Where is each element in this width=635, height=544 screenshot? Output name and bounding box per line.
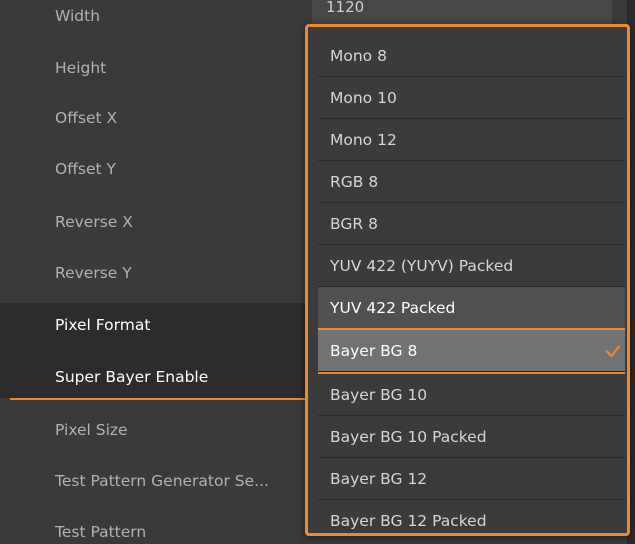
property-label-test-pattern-generator: Test Pattern Generator Se... (55, 472, 269, 490)
pixel-format-window: Width Height Offset X Offset Y Reverse X… (0, 0, 635, 544)
option-label: Bayer BG 8 (330, 341, 418, 360)
dropdown-option-yuv-422-yuyv-packed[interactable]: YUV 422 (YUYV) Packed (318, 245, 625, 287)
option-label: YUV 422 (YUYV) Packed (330, 256, 514, 275)
option-label: BGR 8 (330, 214, 378, 233)
pixel-format-dropdown[interactable]: Mono 8 Mono 10 Mono 12 RGB 8 BGR 8 YUV 4… (305, 24, 630, 536)
option-label: RGB 8 (330, 172, 379, 191)
property-row-test-pattern-generator[interactable]: Test Pattern Generator Se... (0, 455, 312, 507)
property-row-reverse-x[interactable]: Reverse X (0, 196, 312, 248)
property-label-pixel-size: Pixel Size (55, 421, 128, 439)
property-label-reverse-x: Reverse X (55, 213, 133, 231)
dropdown-option-bayer-bg-8[interactable]: Bayer BG 8 (318, 330, 625, 372)
option-label: Bayer BG 10 (330, 385, 428, 404)
property-label-offset-y: Offset Y (55, 160, 116, 178)
property-row-pixel-size[interactable]: Pixel Size (0, 404, 312, 456)
property-row-test-pattern[interactable]: Test Pattern (0, 506, 312, 544)
option-label: Bayer BG 12 (330, 469, 428, 488)
dropdown-option-bayer-bg-12-packed[interactable]: Bayer BG 12 Packed (318, 500, 625, 533)
property-row-super-bayer-enable[interactable]: Super Bayer Enable (0, 351, 312, 403)
dropdown-option-bayer-bg-12[interactable]: Bayer BG 12 (318, 458, 625, 500)
width-value: 1120 (326, 0, 365, 16)
property-row-offset-x[interactable]: Offset X (0, 92, 312, 144)
check-icon (605, 344, 621, 357)
dropdown-list: Mono 8 Mono 10 Mono 12 RGB 8 BGR 8 YUV 4… (318, 35, 625, 530)
dropdown-option-yuv-422-packed[interactable]: YUV 422 Packed (318, 287, 625, 329)
property-row-width[interactable]: Width (0, 0, 312, 42)
option-label: Mono 10 (330, 88, 397, 107)
group-divider (10, 398, 306, 400)
dropdown-option-mono-10[interactable]: Mono 10 (318, 77, 625, 119)
dropdown-option-bayer-bg-10-packed[interactable]: Bayer BG 10 Packed (318, 416, 625, 458)
property-label-reverse-y: Reverse Y (55, 264, 132, 282)
option-label: Bayer BG 12 Packed (330, 512, 487, 530)
property-row-reverse-y[interactable]: Reverse Y (0, 247, 312, 299)
dropdown-option-mono-8[interactable]: Mono 8 (318, 35, 625, 77)
property-label-height: Height (55, 59, 107, 77)
property-row-pixel-format[interactable]: Pixel Format (0, 299, 312, 351)
property-label-width: Width (55, 7, 101, 25)
dropdown-option-bgr-8[interactable]: BGR 8 (318, 203, 625, 245)
property-list: Width Height Offset X Offset Y Reverse X… (0, 0, 312, 544)
property-label-super-bayer-enable: Super Bayer Enable (55, 368, 209, 386)
dropdown-option-mono-12[interactable]: Mono 12 (318, 119, 625, 161)
property-label-offset-x: Offset X (55, 109, 118, 127)
dropdown-option-rgb-8[interactable]: RGB 8 (318, 161, 625, 203)
property-label-test-pattern: Test Pattern (55, 523, 147, 541)
property-label-pixel-format: Pixel Format (55, 316, 151, 334)
option-label: Mono 12 (330, 130, 397, 149)
property-row-offset-y[interactable]: Offset Y (0, 143, 312, 195)
property-row-height[interactable]: Height (0, 42, 312, 94)
option-label: YUV 422 Packed (330, 298, 456, 317)
option-label: Bayer BG 10 Packed (330, 427, 487, 446)
dropdown-option-bayer-bg-10[interactable]: Bayer BG 10 (318, 374, 625, 416)
option-label: Mono 8 (330, 46, 387, 65)
